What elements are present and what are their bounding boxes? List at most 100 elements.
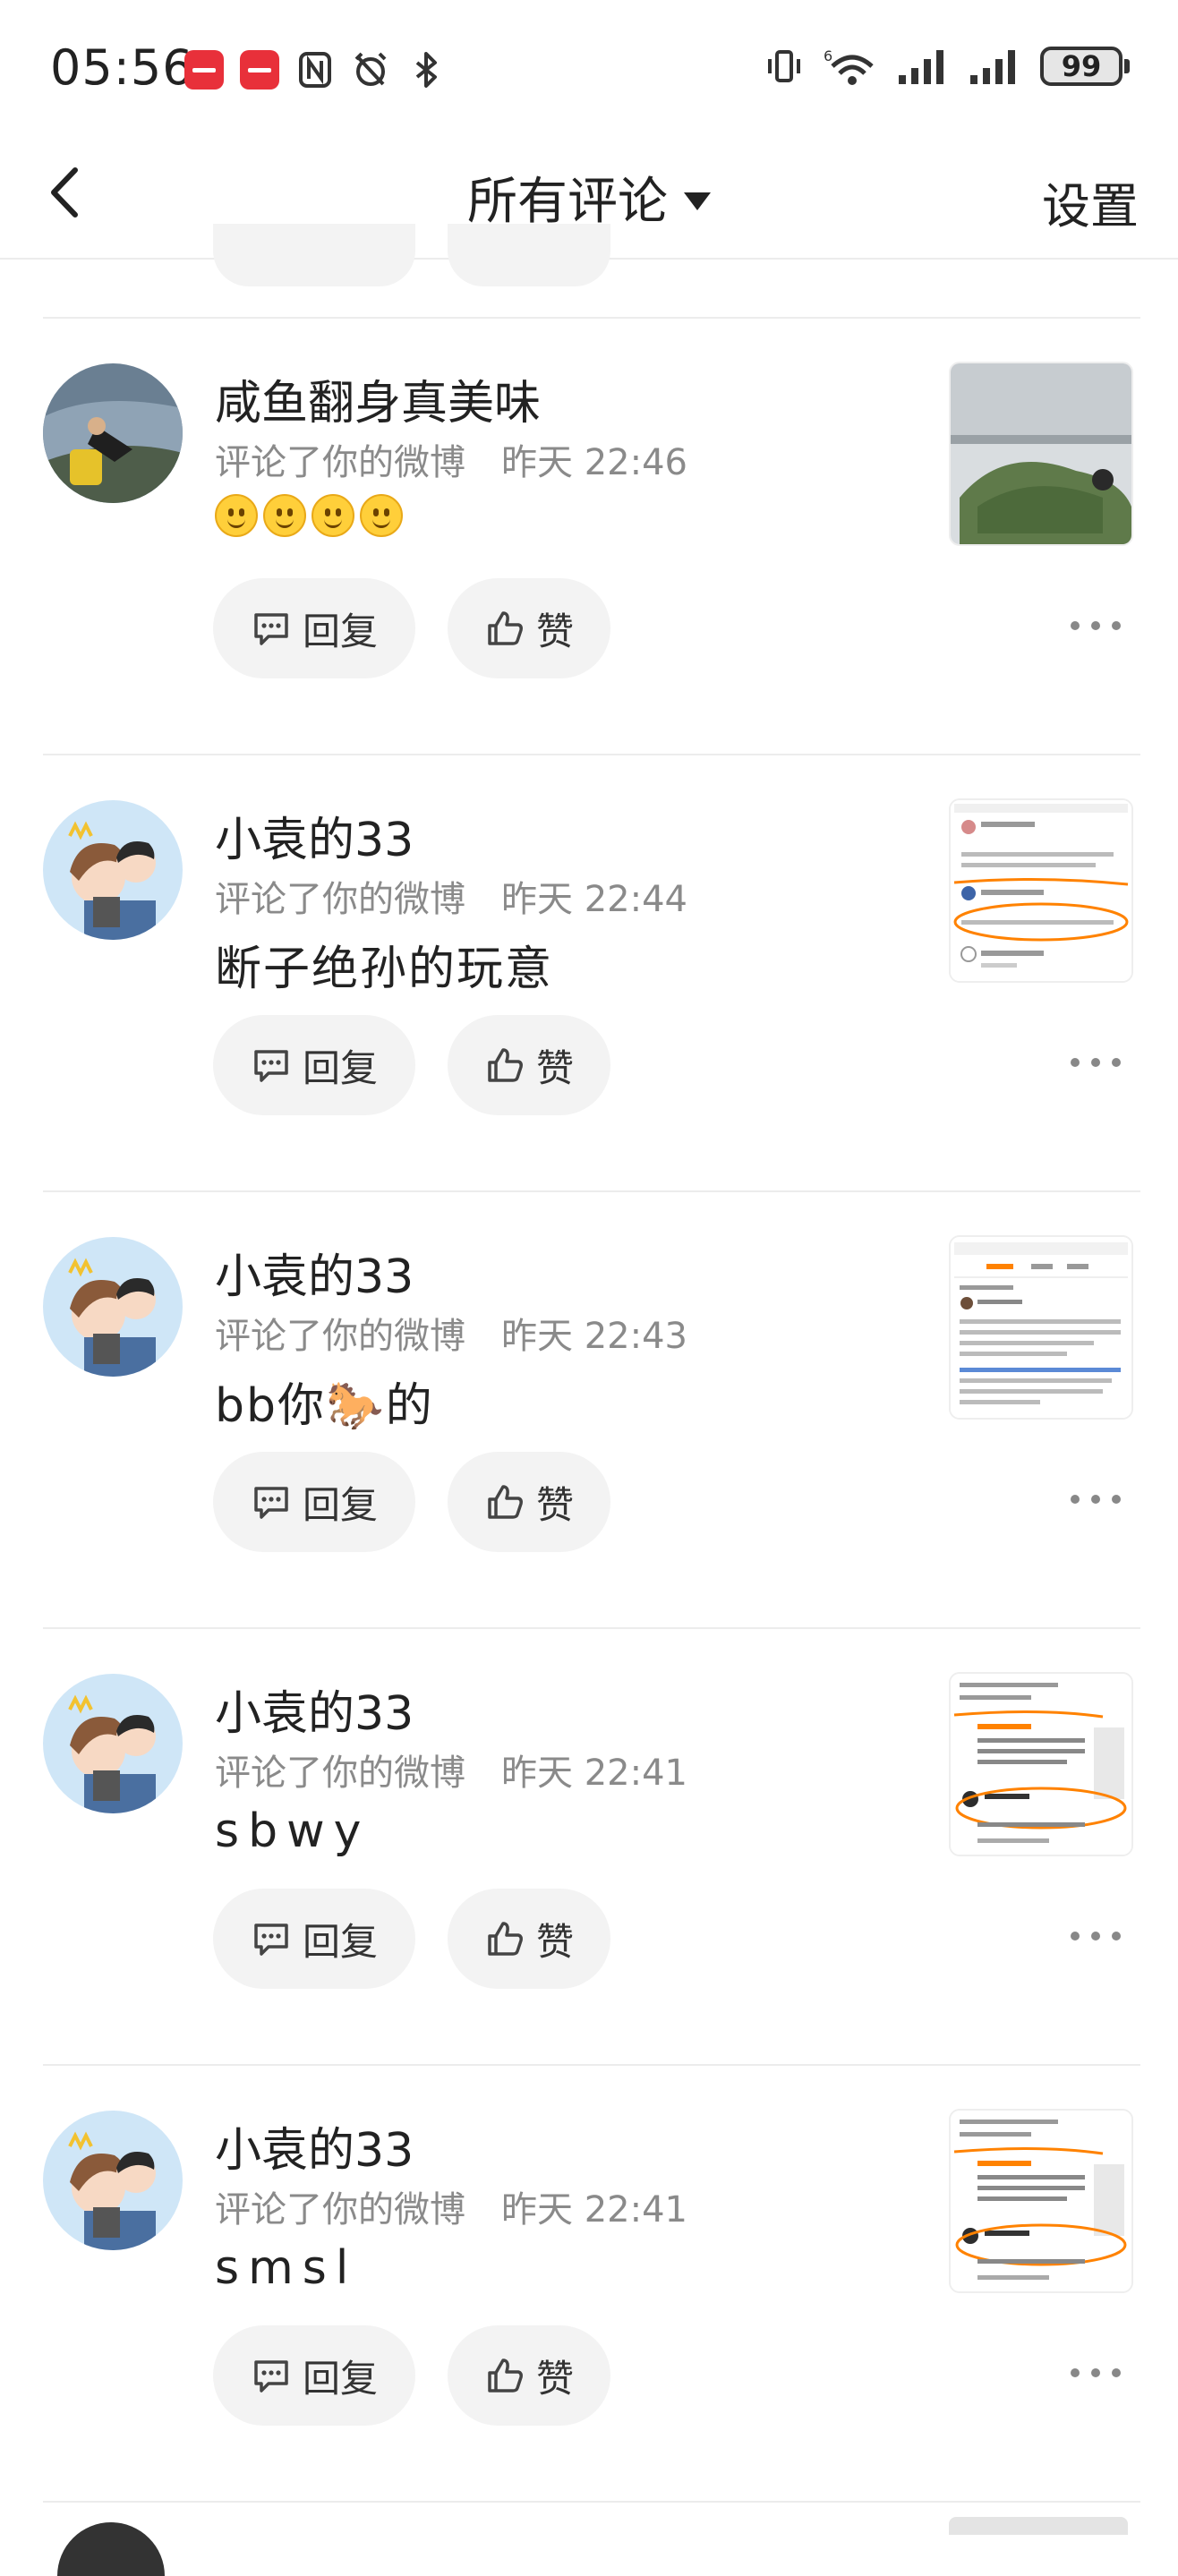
post-thumbnail[interactable] <box>949 1672 1133 1856</box>
ellipsis-icon <box>1071 621 1080 630</box>
reply-button[interactable]: 回复 <box>213 2325 415 2426</box>
thumbs-up-icon <box>488 1922 523 1956</box>
like-button[interactable]: 赞 <box>448 578 610 678</box>
reply-label: 回复 <box>302 609 378 653</box>
like-label: 赞 <box>535 1919 574 1964</box>
vibrate-icon <box>768 50 800 82</box>
comment-bubble-icon <box>254 1487 288 1519</box>
comment-item[interactable]: 咸鱼翻身真美味 评论了你的微博 昨天 22:46 回复 赞 <box>0 319 1178 755</box>
system-icons: 6 99 <box>764 47 1130 86</box>
timestamp: 昨天 22:41 <box>501 1753 687 1794</box>
comment-meta: 评论了你的微博 昨天 22:41 <box>215 1744 687 1796</box>
action-text: 评论了你的微博 <box>215 2189 465 2231</box>
avatar[interactable] <box>43 800 183 940</box>
comment-bubble-icon <box>254 1923 288 1956</box>
username[interactable]: 小袁的33 <box>215 1239 414 1306</box>
username[interactable]: 小袁的33 <box>215 2112 414 2179</box>
thumbs-up-icon <box>488 611 523 645</box>
bluetooth-icon <box>415 52 437 88</box>
ellipsis-icon <box>1071 1058 1080 1067</box>
comment-bubble-icon <box>254 613 288 645</box>
settings-button[interactable]: 设置 <box>1042 166 1139 237</box>
huawei-store-icon <box>184 50 224 90</box>
post-thumbnail[interactable] <box>949 798 1133 983</box>
reply-label: 回复 <box>302 1919 378 1964</box>
caret-down-icon <box>684 192 711 210</box>
huawei-store-icon <box>240 50 279 90</box>
reply-button-partial[interactable] <box>213 224 415 286</box>
like-button[interactable]: 赞 <box>448 2325 610 2426</box>
status-bar: 05:56 6 99 <box>0 0 1178 134</box>
avatar[interactable] <box>43 1674 183 1813</box>
comment-item[interactable]: 小袁的33 评论了你的微博 昨天 22:41 smsl 回复 赞 <box>0 2066 1178 2503</box>
comment-bubble-icon <box>254 2360 288 2393</box>
wifi-generation: 6 <box>824 47 832 64</box>
more-options-button[interactable] <box>1071 1049 1121 1076</box>
username[interactable]: 咸鱼翻身真美味 <box>215 365 541 432</box>
avatar[interactable] <box>43 363 183 503</box>
username[interactable]: 小袁的33 <box>215 802 414 869</box>
smile-emoji-icon <box>312 494 354 537</box>
thumbs-up-icon <box>488 1485 523 1519</box>
action-text: 评论了你的微博 <box>215 442 465 483</box>
comment-actions: 回复 赞 <box>213 578 610 678</box>
like-button[interactable]: 赞 <box>448 1889 610 1989</box>
status-time: 05:56 <box>50 39 194 96</box>
more-options-button[interactable] <box>1071 612 1121 639</box>
post-thumbnail[interactable] <box>949 1235 1133 1420</box>
more-options-button[interactable] <box>1071 2359 1121 2386</box>
avatar[interactable] <box>57 2522 165 2576</box>
like-button-partial[interactable] <box>448 224 610 286</box>
more-options-button[interactable] <box>1071 1486 1121 1513</box>
like-button[interactable]: 赞 <box>448 1452 610 1552</box>
comment-actions: 回复 赞 <box>213 2325 610 2426</box>
reply-button[interactable]: 回复 <box>213 1015 415 1115</box>
post-thumbnail[interactable] <box>949 2517 1128 2535</box>
reply-button[interactable]: 回复 <box>213 578 415 678</box>
timestamp: 昨天 22:41 <box>501 2189 687 2231</box>
avatar[interactable] <box>43 2111 183 2250</box>
ellipsis-icon <box>1071 1932 1080 1941</box>
more-options-button[interactable] <box>1071 1923 1121 1949</box>
like-button[interactable]: 赞 <box>448 1015 610 1115</box>
reply-button[interactable]: 回复 <box>213 1889 415 1989</box>
page-title: 所有评论 <box>467 173 668 231</box>
comment-meta: 评论了你的微博 昨天 22:44 <box>215 870 687 922</box>
wifi-icon: 6 <box>824 47 874 85</box>
comment-item[interactable]: 小袁的33 评论了你的微博 昨天 22:44 断子绝孙的玩意 回复 赞 <box>0 755 1178 1192</box>
comment-meta: 评论了你的微博 昨天 22:43 <box>215 1307 687 1359</box>
previous-comment-actions <box>0 224 1178 317</box>
smile-emoji-icon <box>215 494 258 537</box>
comment-bubble-icon <box>254 1050 288 1082</box>
comment-actions: 回复 赞 <box>213 1452 610 1552</box>
signal-icon <box>899 50 943 84</box>
like-label: 赞 <box>535 1045 574 1090</box>
post-thumbnail[interactable] <box>949 2109 1133 2293</box>
ellipsis-icon <box>1071 2368 1080 2377</box>
comment-content: smsl <box>215 2241 358 2295</box>
thumbs-up-icon <box>488 2358 523 2393</box>
comment-content: bb你🐎的 <box>215 1379 434 1433</box>
smile-emoji-icon <box>263 494 306 537</box>
action-text: 评论了你的微博 <box>215 1316 465 1357</box>
like-label: 赞 <box>535 1482 574 1527</box>
battery-indicator: 99 <box>1040 47 1130 86</box>
comment-item[interactable]: 小袁的33 评论了你的微博 昨天 22:41 sbwy 回复 赞 <box>0 1629 1178 2066</box>
reply-label: 回复 <box>302 1045 378 1090</box>
smile-emoji-icon <box>360 494 403 537</box>
reply-label: 回复 <box>302 2356 378 2401</box>
title-dropdown[interactable]: 所有评论 <box>0 161 1178 234</box>
comment-actions: 回复 赞 <box>213 1015 610 1115</box>
like-label: 赞 <box>535 2356 574 2401</box>
reply-button[interactable]: 回复 <box>213 1452 415 1552</box>
comment-content: 断子绝孙的玩意 <box>215 943 554 996</box>
avatar[interactable] <box>43 1237 183 1377</box>
comment-content <box>215 494 403 537</box>
post-thumbnail[interactable] <box>949 362 1133 546</box>
alarm-off-icon <box>354 52 387 86</box>
timestamp: 昨天 22:44 <box>501 879 687 920</box>
timestamp: 昨天 22:46 <box>501 442 687 483</box>
comment-item[interactable]: 小袁的33 评论了你的微博 昨天 22:43 bb你🐎的 回复 赞 <box>0 1192 1178 1629</box>
nfc-icon <box>299 52 331 88</box>
username[interactable]: 小袁的33 <box>215 1676 414 1743</box>
